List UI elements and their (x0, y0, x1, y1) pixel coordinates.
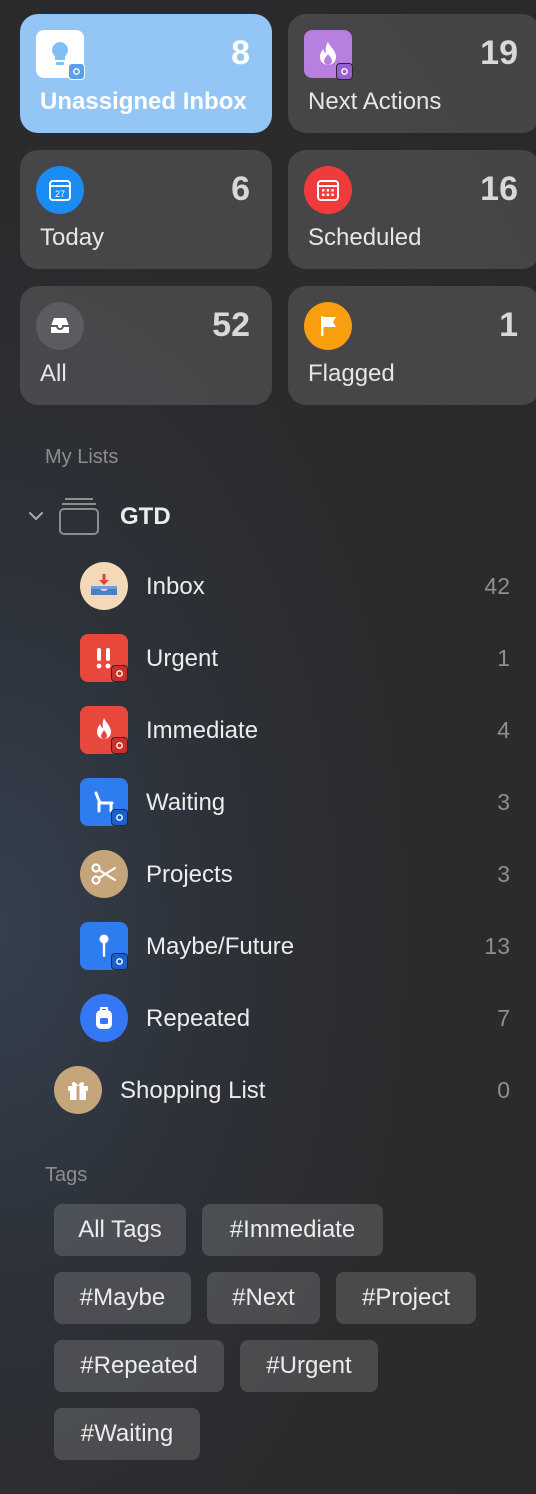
smart-list-flagged[interactable]: 1 Flagged (288, 286, 536, 405)
list-item-count: 13 (484, 933, 510, 959)
list-item-name: Maybe/Future (146, 933, 295, 960)
backpack-icon (80, 994, 128, 1042)
tag-waiting[interactable]: #Waiting (54, 1408, 200, 1460)
gear-badge-icon (68, 63, 85, 80)
smart-list-today[interactable]: 27 6 Today (20, 150, 272, 269)
list-item-projects[interactable]: Projects 3 (0, 846, 536, 902)
list-item-waiting[interactable]: Waiting 3 (0, 774, 536, 830)
list-item-repeated[interactable]: Repeated 7 (0, 990, 536, 1046)
calendar-grid-icon (304, 166, 352, 214)
list-item-name: Projects (146, 861, 233, 888)
tag-repeated[interactable]: #Repeated (54, 1340, 224, 1392)
list-item-count: 4 (497, 717, 510, 743)
list-item-count: 3 (497, 789, 510, 815)
list-item-count: 0 (497, 1077, 510, 1103)
list-item-shopping-list[interactable]: Shopping List 0 (0, 1062, 536, 1118)
smart-list-label: Unassigned Inbox (40, 88, 247, 115)
list-item-immediate[interactable]: Immediate 4 (0, 702, 536, 758)
tray-icon (36, 302, 84, 350)
smart-list-label: Next Actions (308, 88, 442, 115)
tag-next[interactable]: #Next (207, 1272, 320, 1324)
gear-badge-icon (111, 665, 128, 682)
list-item-inbox[interactable]: Inbox 42 (0, 558, 536, 614)
smart-list-count: 52 (212, 306, 250, 344)
my-lists-header: My Lists (45, 446, 119, 468)
smart-list-count: 8 (231, 34, 250, 72)
tag-all-tags[interactable]: All Tags (54, 1204, 186, 1256)
scissors-icon (80, 850, 128, 898)
tag-project[interactable]: #Project (336, 1272, 476, 1324)
smart-list-next-actions[interactable]: 19 Next Actions (288, 14, 536, 133)
calendar-icon: 27 (36, 166, 84, 214)
inbox-tray-icon (80, 562, 128, 610)
smart-list-all[interactable]: 52 All (20, 286, 272, 405)
gear-badge-icon (111, 737, 128, 754)
svg-text:27: 27 (55, 189, 65, 199)
list-item-name: Waiting (146, 789, 226, 816)
smart-list-label: Today (40, 224, 105, 251)
gear-badge-icon (111, 953, 128, 970)
folder-stack-icon (58, 496, 100, 536)
list-item-name: Urgent (146, 645, 219, 672)
chevron-down-icon[interactable] (26, 506, 46, 526)
flag-icon (304, 302, 352, 350)
smart-list-count: 1 (499, 306, 518, 344)
list-item-name: Repeated (146, 1005, 251, 1032)
list-item-name: Inbox (146, 573, 205, 600)
list-item-count: 42 (484, 573, 510, 599)
list-item-name: Shopping List (120, 1077, 266, 1104)
tag-urgent[interactable]: #Urgent (240, 1340, 378, 1392)
list-item-count: 3 (497, 861, 510, 887)
smart-list-label: Scheduled (308, 224, 422, 251)
smart-list-count: 19 (480, 34, 518, 72)
tag-maybe[interactable]: #Maybe (54, 1272, 191, 1324)
list-group-name: GTD (120, 503, 171, 530)
list-group-gtd[interactable]: GTD (0, 488, 536, 544)
list-item-maybe-future[interactable]: Maybe/Future 13 (0, 918, 536, 974)
list-item-count: 1 (497, 645, 510, 671)
list-item-count: 7 (497, 1005, 510, 1031)
list-item-urgent[interactable]: Urgent 1 (0, 630, 536, 686)
smart-list-count: 6 (231, 170, 250, 208)
gear-badge-icon (111, 809, 128, 826)
smart-list-count: 16 (480, 170, 518, 208)
tags-header: Tags (45, 1164, 88, 1186)
smart-list-unassigned-inbox[interactable]: 8 Unassigned Inbox (20, 14, 272, 133)
smart-list-label: All (40, 360, 67, 387)
gear-badge-icon (336, 63, 353, 80)
gift-icon (54, 1066, 102, 1114)
list-item-name: Immediate (146, 717, 259, 744)
tag-immediate[interactable]: #Immediate (202, 1204, 383, 1256)
smart-list-scheduled[interactable]: 16 Scheduled (288, 150, 536, 269)
smart-list-label: Flagged (308, 360, 395, 387)
